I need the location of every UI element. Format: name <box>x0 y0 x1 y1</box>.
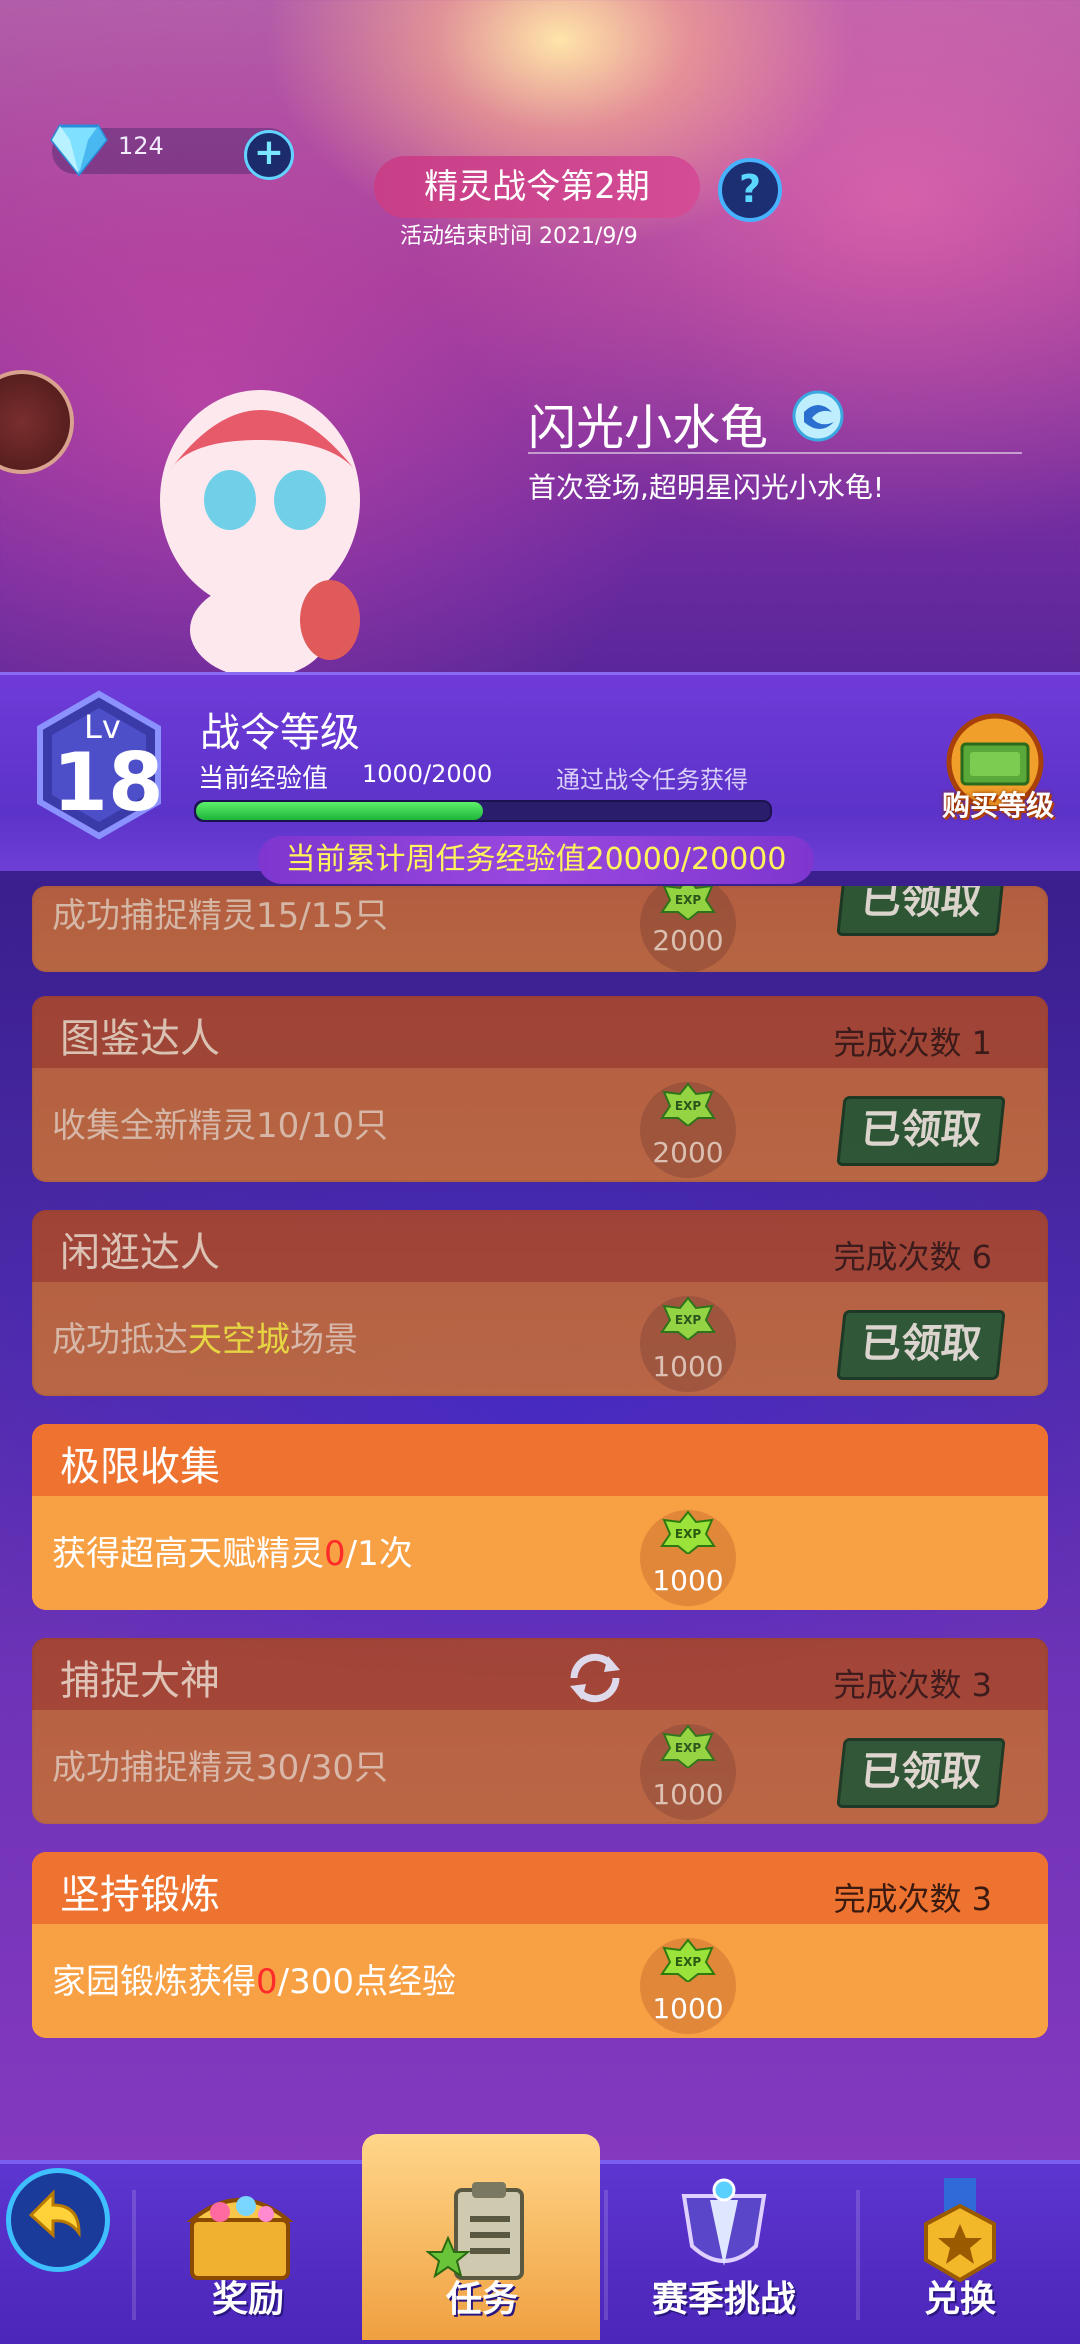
task-card-pokedex-master: 图鉴达人 完成次数 1 收集全新精灵10/10只 EXP 2000 已领取 <box>32 996 1048 1182</box>
task-description: 成功抵达天空城场景 <box>52 1320 358 1360</box>
svg-text:EXP: EXP <box>675 1099 701 1113</box>
exp-icon: EXP <box>660 886 716 920</box>
buy-level-button[interactable]: 购买等级 <box>928 784 1068 824</box>
task-description: 成功捕捉精灵15/15只 <box>52 896 388 936</box>
pet-name: 闪光小水龟 <box>528 400 769 456</box>
back-arrow-icon <box>28 2189 81 2239</box>
exp-icon: EXP <box>660 1510 716 1554</box>
exp-amount: 1000 <box>652 1778 724 1811</box>
exp-icon: EXP <box>660 1724 716 1768</box>
claimed-badge: 已领取 <box>836 886 1006 936</box>
event-title: 精灵战令第2期 <box>374 156 700 218</box>
exp-amount: 1000 <box>652 1564 724 1597</box>
exp-amount: 1000 <box>652 1350 724 1383</box>
claimed-badge: 已领取 <box>836 1096 1006 1166</box>
svg-text:EXP: EXP <box>675 1741 701 1755</box>
nav-tasks[interactable]: 任务 <box>382 2270 582 2322</box>
help-button[interactable]: ? <box>718 158 782 222</box>
svg-text:EXP: EXP <box>675 1955 701 1969</box>
task-name: 坚持锻炼 <box>60 1872 220 1918</box>
task-completion-count: 完成次数 1 <box>833 1024 992 1062</box>
nav-exchange[interactable]: 兑换 <box>860 2270 1060 2322</box>
svg-text:EXP: EXP <box>675 1527 701 1541</box>
task-card-ultimate-collection: 极限收集 获得超高天赋精灵0/1次 EXP 1000 <box>32 1424 1048 1610</box>
task-card-keep-training: 坚持锻炼 完成次数 3 家园锻炼获得0/300点经验 EXP 1000 <box>32 1852 1048 2038</box>
exp-hint: 通过战令任务获得 <box>556 766 748 794</box>
exp-icon: EXP <box>660 1082 716 1126</box>
exp-amount: 1000 <box>652 1992 724 2025</box>
water-type-icon <box>792 390 844 442</box>
task-description: 家园锻炼获得0/300点经验 <box>52 1962 456 2002</box>
nav-season-challenge[interactable]: 赛季挑战 <box>624 2270 824 2322</box>
task-completion-count: 完成次数 3 <box>833 1880 992 1918</box>
task-description: 获得超高天赋精灵0/1次 <box>52 1534 413 1574</box>
svg-text:EXP: EXP <box>675 893 701 907</box>
current-exp-label: 当前经验值 <box>198 764 329 794</box>
task-completion-count: 完成次数 6 <box>833 1238 992 1276</box>
task-name: 闲逛达人 <box>60 1230 220 1276</box>
current-exp-value: 1000/2000 <box>362 760 493 788</box>
task-description: 收集全新精灵10/10只 <box>52 1106 388 1146</box>
exp-icon: EXP <box>660 1296 716 1340</box>
refresh-icon[interactable] <box>564 1652 626 1704</box>
divider <box>528 452 1022 454</box>
diamond-icon <box>50 124 108 176</box>
gem-count: 124 <box>118 132 164 160</box>
exp-amount: 2000 <box>652 924 724 957</box>
exp-icon: EXP <box>660 1938 716 1982</box>
divider <box>132 2190 136 2320</box>
level-value: 18 <box>52 736 164 829</box>
divider <box>604 2190 608 2320</box>
task-name: 捕捉大神 <box>60 1658 220 1704</box>
claimed-badge: 已领取 <box>836 1310 1006 1380</box>
task-card-capture-master: 捕捉大神 完成次数 3 成功捕捉精灵30/30只 EXP 1000 已领取 <box>32 1638 1048 1824</box>
task-card-capture-15: 成功捕捉精灵15/15只 EXP 2000 已领取 <box>32 886 1048 972</box>
task-completion-count: 完成次数 3 <box>833 1666 992 1704</box>
svg-text:EXP: EXP <box>675 1313 701 1327</box>
task-card-wanderer: 闲逛达人 完成次数 6 成功抵达天空城场景 EXP 1000 已领取 <box>32 1210 1048 1396</box>
pet-character-image <box>160 390 360 678</box>
claimed-badge: 已领取 <box>836 1738 1006 1808</box>
nav-rewards[interactable]: 奖励 <box>148 2270 348 2322</box>
plus-icon: + <box>253 132 285 173</box>
add-gems-button[interactable]: + <box>244 130 294 180</box>
task-description: 成功捕捉精灵30/30只 <box>52 1748 388 1788</box>
task-name: 极限收集 <box>60 1444 220 1490</box>
event-end-time: 活动结束时间 2021/9/9 <box>400 224 638 249</box>
side-menu-button[interactable] <box>0 370 74 474</box>
exp-amount: 2000 <box>652 1136 724 1169</box>
exp-progress-fill <box>196 802 483 820</box>
battle-pass-level-title: 战令等级 <box>200 710 360 756</box>
pet-description: 首次登场,超明星闪光小水龟! <box>528 471 885 504</box>
task-name: 图鉴达人 <box>60 1016 220 1062</box>
weekly-exp-progress: 当前累计周任务经验值20000/20000 <box>258 836 814 884</box>
back-button[interactable] <box>6 2168 110 2272</box>
